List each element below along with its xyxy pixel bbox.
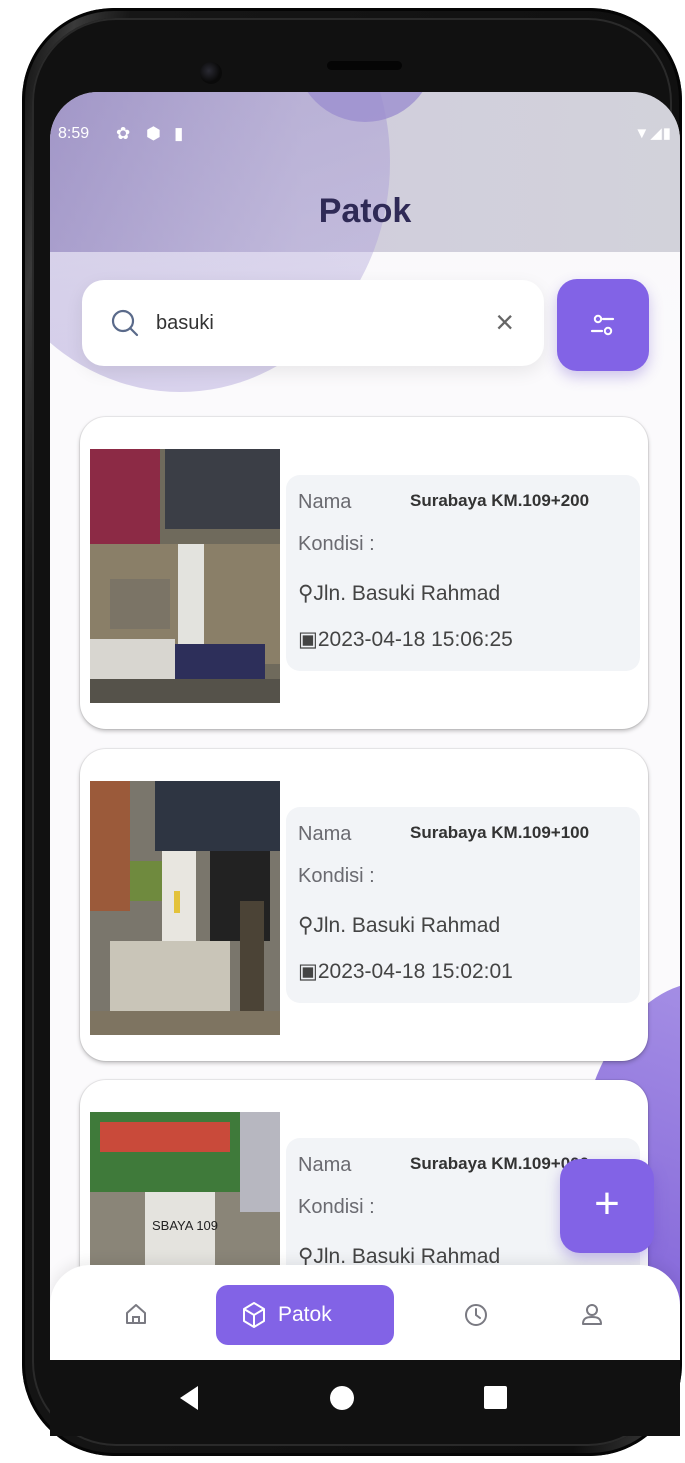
patok-photo: [90, 449, 280, 703]
calendar-icon: ▣: [298, 628, 318, 651]
user-icon: [582, 1304, 602, 1325]
bottom-navigation: Patok: [50, 1265, 680, 1360]
system-status-icons: ▼◢▮: [634, 124, 672, 142]
patok-photo: [90, 781, 280, 1035]
app-screen: 8:59 ✿ ⬢ ▮ ▼◢▮ Patok ×: [50, 92, 680, 1360]
shield-icon: ⬢: [146, 124, 161, 143]
back-icon[interactable]: [180, 1386, 198, 1410]
search-bar[interactable]: ×: [82, 280, 544, 366]
nav-patok[interactable]: Patok: [216, 1285, 394, 1345]
wifi-icon: ▼: [634, 125, 651, 142]
nav-home[interactable]: [106, 1285, 166, 1345]
nama-label: Nama: [298, 1154, 352, 1176]
sliders-icon: [590, 314, 615, 336]
patok-name: Surabaya KM.109+200: [410, 491, 590, 510]
settings-icon: ✿: [116, 124, 131, 143]
filter-button[interactable]: [557, 279, 649, 371]
nav-patok-label: Patok: [278, 1303, 332, 1326]
patok-date: 2023-04-18 15:02:01: [317, 960, 513, 983]
add-patok-button[interactable]: +: [560, 1159, 654, 1253]
clock-icon: [465, 1304, 487, 1326]
system-navigation-bar: [50, 1360, 680, 1436]
search-icon: [111, 309, 139, 337]
nav-profile[interactable]: [562, 1285, 622, 1345]
patok-card[interactable]: Nama Surabaya KM.109+200 Kondisi : ⚲Jln.…: [80, 417, 648, 729]
location-pin-icon: ⚲: [298, 582, 314, 605]
cube-icon: [243, 1302, 265, 1328]
patok-card[interactable]: Nama Surabaya KM.109+100 Kondisi : ⚲Jln.…: [80, 749, 648, 1061]
kondisi-label: Kondisi :: [298, 1196, 375, 1218]
patok-info: Nama Surabaya KM.109+100 Kondisi : ⚲Jln.…: [286, 807, 640, 1003]
page-title: Patok: [318, 192, 412, 230]
signal-icon: ◢: [650, 125, 663, 142]
nama-label: Nama: [298, 823, 352, 845]
kondisi-label: Kondisi :: [298, 533, 375, 555]
location-pin-icon: ⚲: [298, 914, 314, 937]
recents-icon[interactable]: [484, 1386, 507, 1409]
kondisi-label: Kondisi :: [298, 865, 375, 887]
home-icon: [126, 1304, 146, 1324]
sd-card-icon: ▮: [174, 124, 184, 143]
calendar-icon: ▣: [298, 960, 318, 983]
front-camera: [200, 62, 222, 84]
home-circle-icon[interactable]: [330, 1386, 354, 1410]
nama-label: Nama: [298, 491, 352, 513]
earpiece-speaker: [327, 61, 402, 70]
clear-icon[interactable]: ×: [495, 302, 514, 342]
patok-info: Nama Surabaya KM.109+200 Kondisi : ⚲Jln.…: [286, 475, 640, 671]
patok-name: Surabaya KM.109+100: [410, 823, 590, 842]
search-input[interactable]: [154, 302, 488, 344]
patok-location: Jln. Basuki Rahmad: [313, 914, 501, 937]
patok-location: Jln. Basuki Rahmad: [313, 582, 501, 605]
patok-date: 2023-04-18 15:06:25: [317, 628, 513, 651]
nav-history[interactable]: [446, 1285, 506, 1345]
battery-icon: ▮: [662, 125, 672, 142]
status-time: 8:59: [58, 125, 90, 142]
status-bar: 8:59 ✿ ⬢ ▮ ▼◢▮: [50, 92, 680, 162]
photo-marker-text: SBAYA 109: [152, 1218, 218, 1233]
